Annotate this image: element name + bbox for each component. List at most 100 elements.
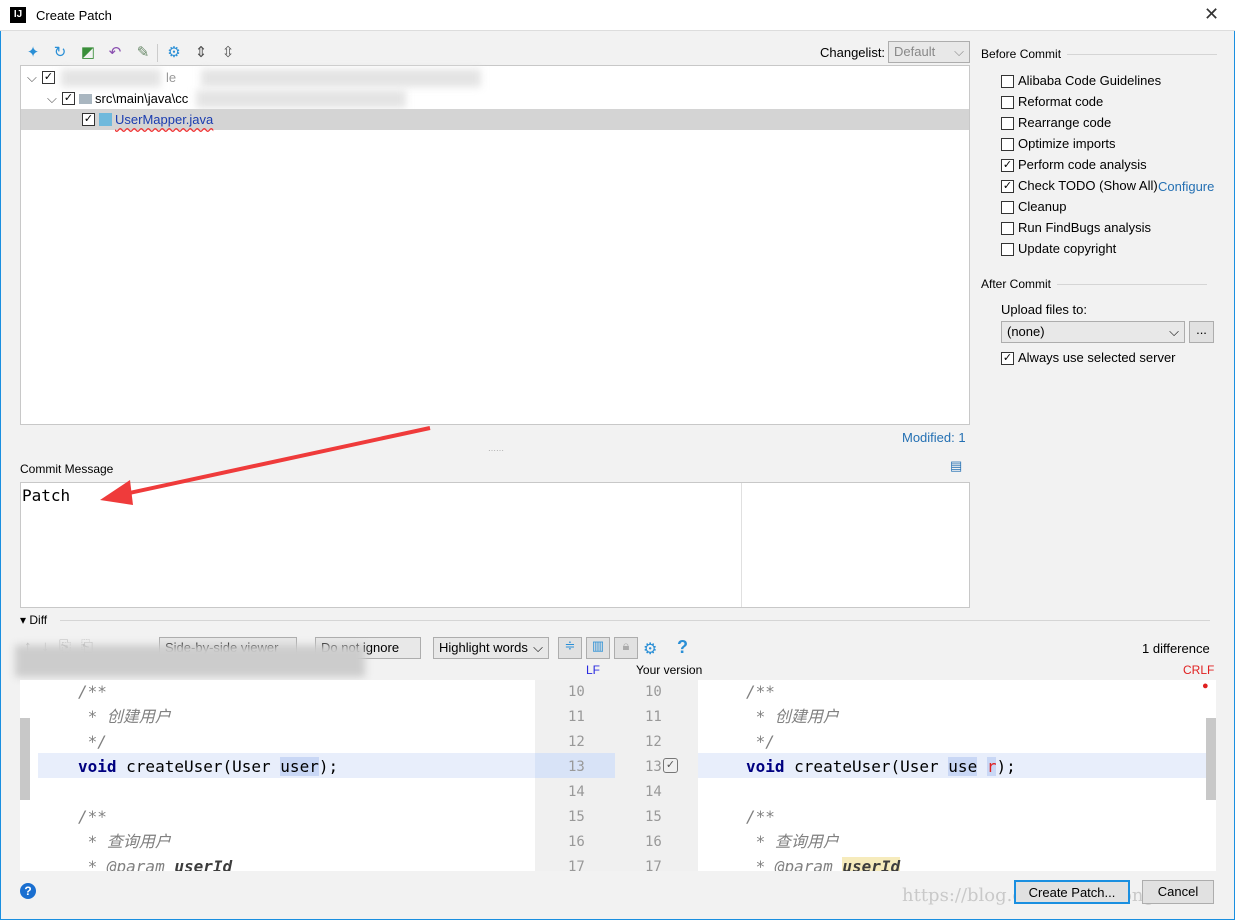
line-number: 11	[645, 709, 662, 725]
line-number: 16	[568, 834, 585, 850]
checkbox[interactable]	[1001, 75, 1014, 89]
right-line-separator: CRLF	[1183, 663, 1215, 677]
line-number: 12	[568, 734, 585, 750]
checkbox[interactable]	[1001, 96, 1014, 110]
diff-viewer[interactable]: ● /** * 创建用户 */ void createUser(User user…	[20, 680, 1216, 871]
line-number: 15	[645, 809, 662, 825]
upload-server-select[interactable]: (none) ⌵	[1001, 321, 1185, 343]
include-change-checkbox[interactable]: ✓	[663, 758, 678, 773]
before-commit-option[interactable]: Update copyright	[1001, 241, 1116, 259]
refresh-icon[interactable]: ↻	[51, 44, 69, 62]
collapse-all-icon[interactable]: ✦	[24, 44, 42, 62]
diff-title: Diff	[29, 613, 48, 627]
before-commit-option[interactable]: Cleanup	[1001, 199, 1066, 217]
code-line-left: * 查询用户	[78, 832, 171, 851]
code-line-right: * @param userId	[746, 854, 901, 871]
upload-label: Upload files to:	[1001, 302, 1087, 317]
line-number: 17	[645, 859, 662, 871]
checkbox[interactable]	[1001, 243, 1014, 257]
checkbox[interactable]	[1001, 201, 1014, 215]
code-line-right: void createUser(User use r);	[746, 757, 1016, 776]
changelist-select[interactable]: Default ⌵	[888, 41, 970, 63]
sync-scroll-icon[interactable]: ▥	[586, 637, 610, 659]
checkbox[interactable]: ✓	[1001, 352, 1014, 366]
checkbox[interactable]	[1001, 138, 1014, 152]
diff-icon[interactable]: ◩	[79, 44, 97, 62]
close-button[interactable]: ✕	[1204, 4, 1219, 25]
upload-value: (none)	[1007, 324, 1045, 339]
checkbox[interactable]: ✓	[1001, 159, 1014, 173]
expand-icon[interactable]: ⇕	[192, 44, 210, 62]
before-commit-option[interactable]: Alibaba Code Guidelines	[1001, 73, 1161, 91]
line-number: 10	[568, 684, 585, 700]
highlight-select[interactable]: Highlight words ⌵	[433, 637, 549, 659]
line-number: 16	[645, 834, 662, 850]
checkbox[interactable]	[1001, 222, 1014, 236]
checkbox[interactable]: ✓	[42, 71, 55, 84]
rollback-icon[interactable]: ↶	[106, 44, 124, 62]
window-title: Create Patch	[36, 8, 112, 23]
checkbox-label: Always use selected server	[1018, 350, 1176, 365]
collapse-unchanged-icon[interactable]: ≑	[558, 637, 582, 659]
changelist-value: Default	[894, 44, 936, 59]
code-line-left: /**	[78, 807, 107, 826]
checkbox-label: Optimize imports	[1018, 136, 1116, 151]
code-line-right: */	[746, 732, 775, 751]
file-name: UserMapper.java	[115, 112, 214, 127]
checkbox[interactable]: ✓	[82, 113, 95, 126]
checkbox-label: Run FindBugs analysis	[1018, 220, 1151, 235]
left-scrollbar[interactable]	[20, 718, 30, 800]
checkbox[interactable]: ✓	[1001, 180, 1014, 194]
line-number: 13	[645, 759, 662, 775]
code-line-right: /**	[746, 807, 775, 826]
help-icon[interactable]: ?	[677, 637, 688, 658]
tree-row-module[interactable]: ⌵ ✓ le	[21, 67, 969, 88]
checkbox-label: Check TODO (Show All)	[1018, 178, 1158, 193]
lock-icon[interactable]: 🔒︎	[614, 637, 638, 659]
code-line-left: * 创建用户	[78, 707, 171, 726]
tree-row-file[interactable]: ✓ UserMapper.java	[21, 109, 969, 130]
cancel-button[interactable]: Cancel	[1142, 880, 1214, 904]
right-scrollbar[interactable]	[1206, 718, 1216, 800]
changes-tree[interactable]: ⌵ ✓ le ⌵ ✓ src\main\java\cc ✓ UserMapper…	[20, 65, 970, 425]
line-number: 13	[568, 759, 585, 775]
line-number: 10	[645, 684, 662, 700]
annotation-arrow	[100, 426, 431, 505]
changelist-label: Changelist:	[820, 45, 886, 60]
folder-icon	[79, 94, 92, 104]
code-line-left: * @param userId	[78, 857, 233, 871]
settings-icon[interactable]: ⚙	[165, 44, 183, 62]
module-name: le	[166, 70, 177, 85]
checkbox[interactable]: ✓	[62, 92, 75, 105]
always-use-server-checkbox[interactable]: ✓ Always use selected server	[1001, 350, 1176, 368]
before-commit-title: Before Commit	[981, 47, 1218, 61]
checkbox-label: Perform code analysis	[1018, 157, 1147, 172]
help-button[interactable]: ?	[20, 883, 36, 899]
before-commit-option[interactable]: Optimize imports	[1001, 136, 1116, 154]
checkbox[interactable]	[1001, 117, 1014, 131]
before-commit-option[interactable]: Run FindBugs analysis	[1001, 220, 1151, 238]
highlight-value: Highlight words	[439, 640, 528, 655]
before-commit-option[interactable]: ✓ Check TODO (Show All)	[1001, 178, 1158, 196]
before-commit-option[interactable]: Reformat code	[1001, 94, 1103, 112]
modified-count: Modified: 1	[902, 430, 966, 445]
checkbox-label: Update copyright	[1018, 241, 1117, 256]
configure-link[interactable]: Configure	[1158, 179, 1214, 194]
splitter-handle[interactable]: ⋯⋯	[488, 446, 504, 455]
edit-icon[interactable]: ✎	[134, 44, 152, 62]
collapse-icon[interactable]: ⇳	[219, 44, 237, 62]
before-commit-option[interactable]: ✓ Perform code analysis	[1001, 157, 1147, 175]
checkbox-label: Alibaba Code Guidelines	[1018, 73, 1162, 88]
before-commit-option[interactable]: Rearrange code	[1001, 115, 1111, 133]
app-icon: IJ	[10, 7, 26, 23]
diff-section-toggle[interactable]: ▾ Diff	[20, 613, 47, 627]
create-patch-button[interactable]: Create Patch...	[1014, 880, 1130, 904]
java-file-icon	[99, 113, 112, 126]
code-line-right: * 查询用户	[746, 832, 839, 851]
commit-history-icon[interactable]: ▤	[950, 458, 962, 474]
browse-button[interactable]: ...	[1189, 321, 1214, 343]
tree-row-folder[interactable]: ⌵ ✓ src\main\java\cc	[21, 88, 969, 109]
code-line-left: */	[78, 732, 107, 751]
checkbox-label: Rearrange code	[1018, 115, 1112, 130]
diff-settings-icon[interactable]: ⚙	[643, 639, 657, 659]
